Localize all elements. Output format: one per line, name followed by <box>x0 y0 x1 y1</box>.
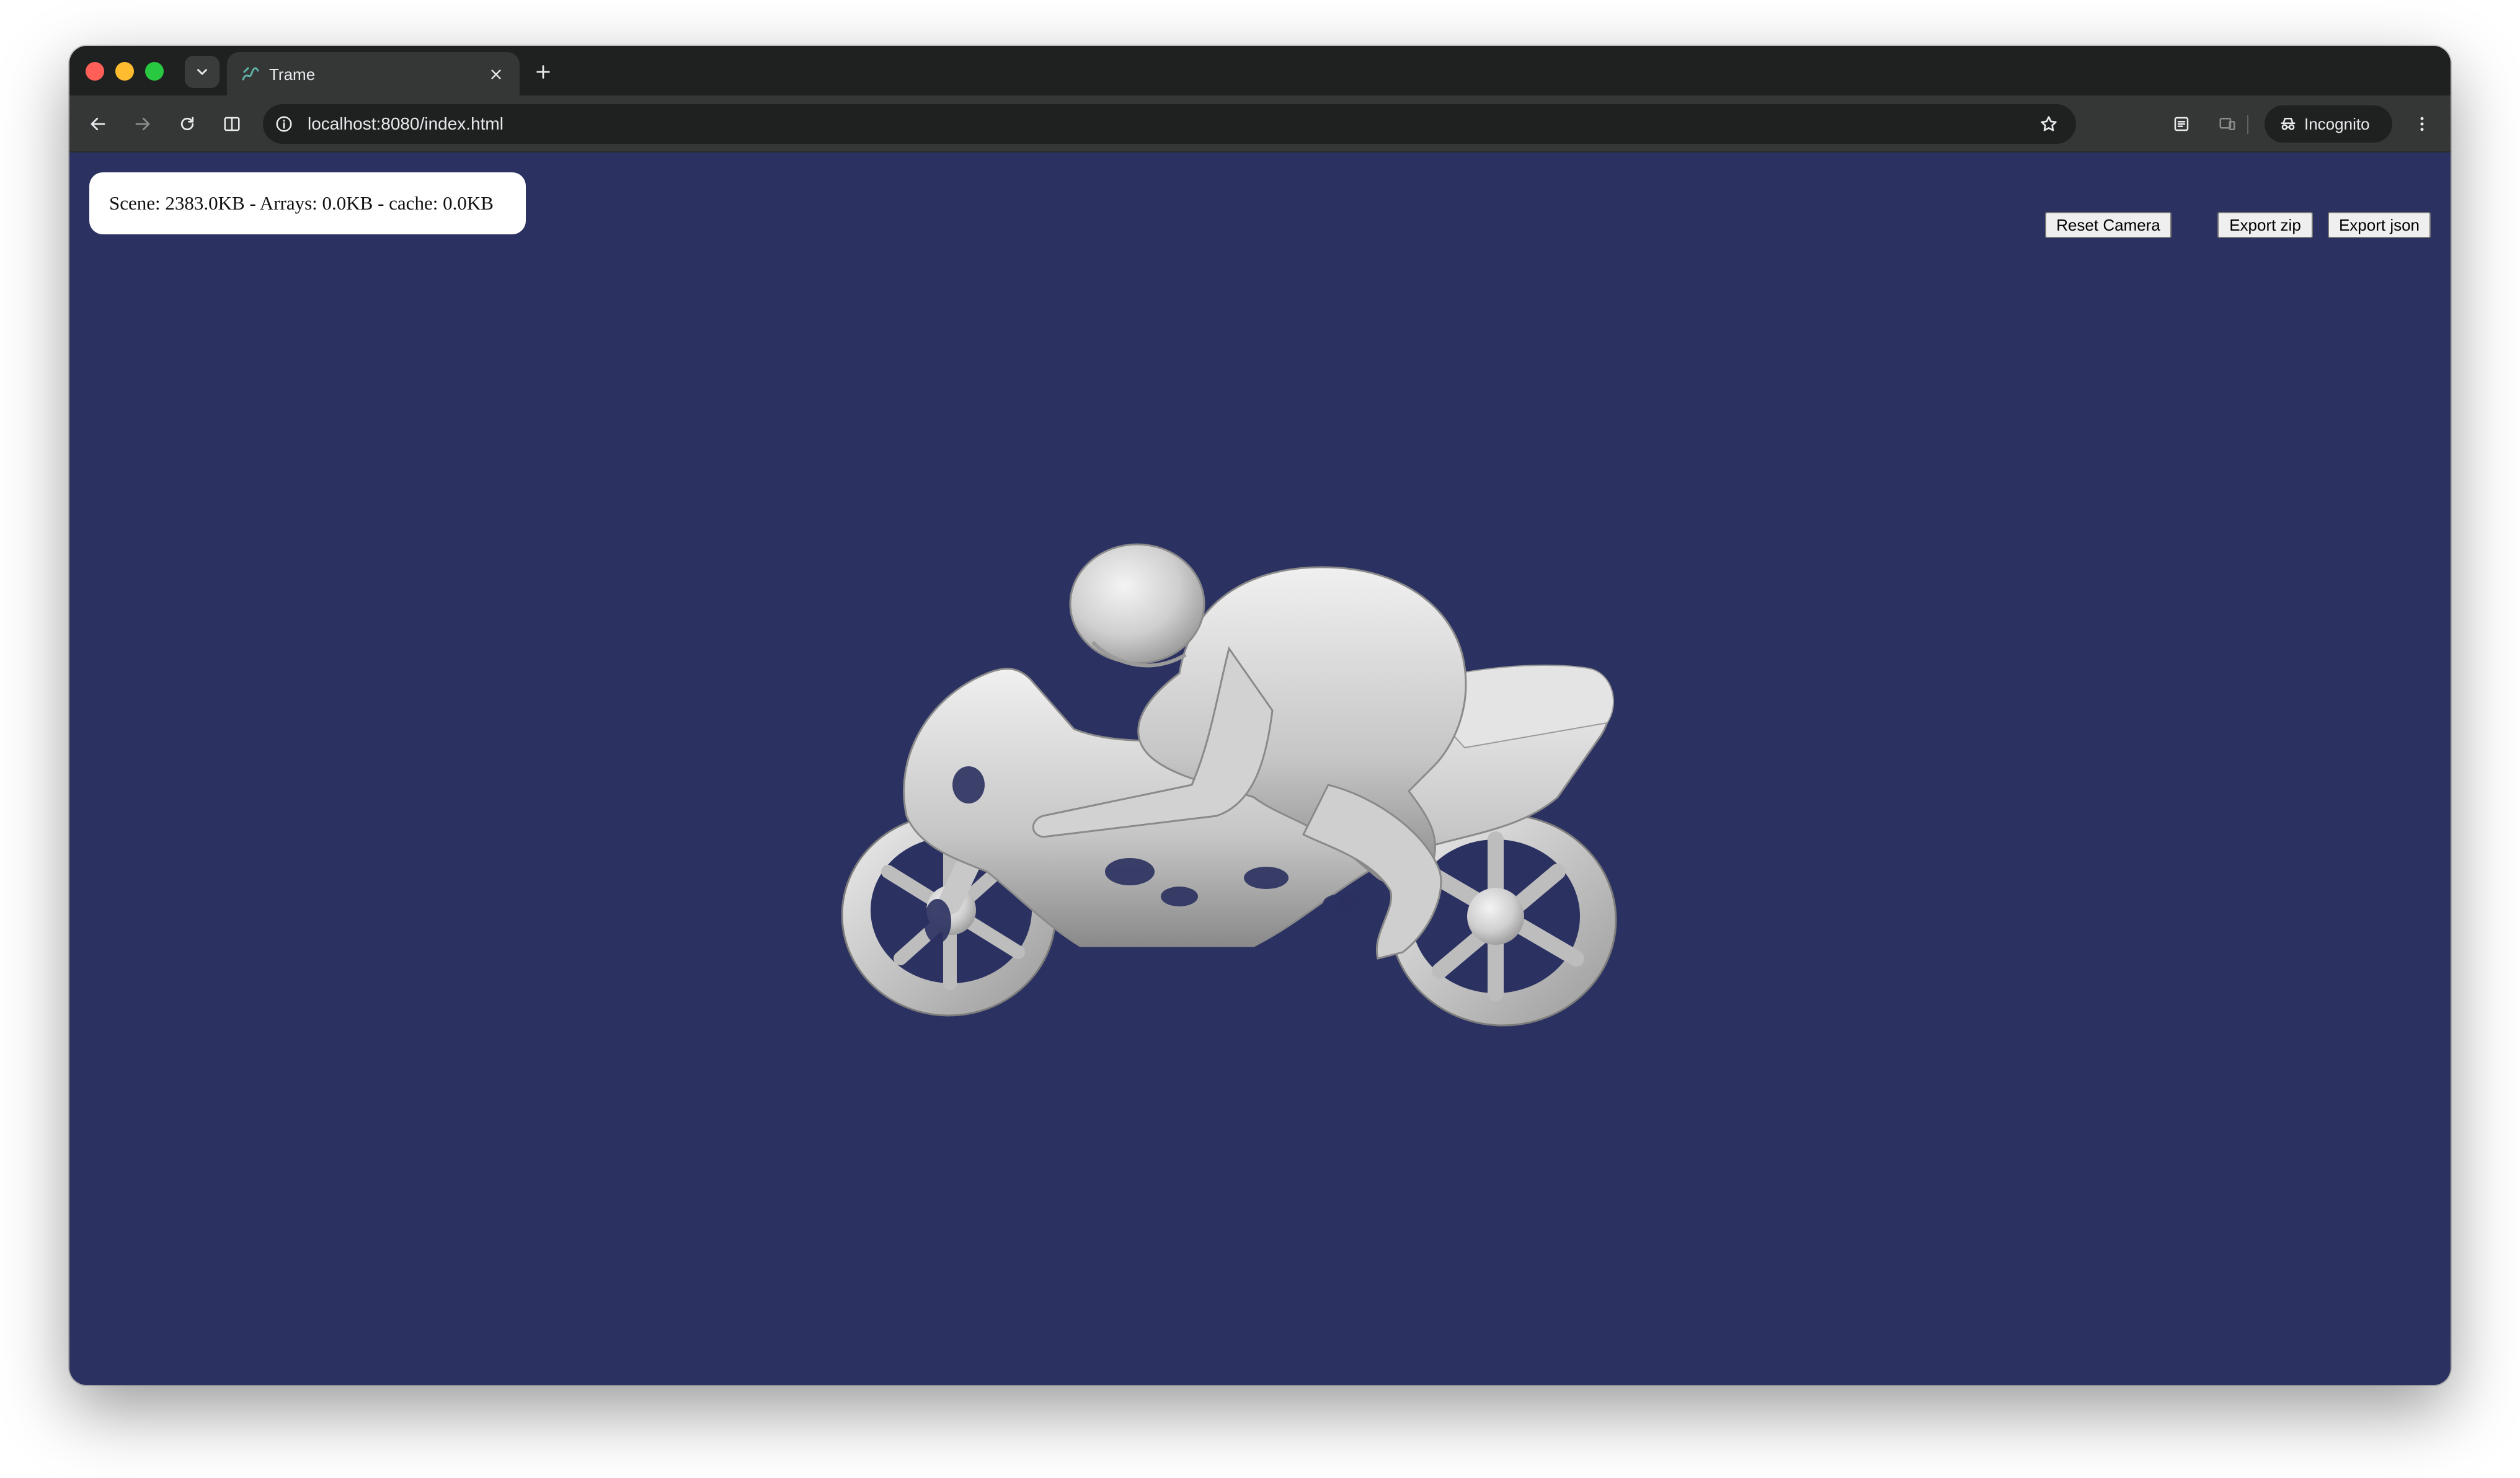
reload-icon <box>180 117 194 131</box>
arrow-left-icon <box>91 117 105 131</box>
export-json-button[interactable]: Export json <box>2328 212 2431 238</box>
plus-icon <box>536 65 550 79</box>
reload-button[interactable] <box>172 109 202 139</box>
chevron-down-icon <box>197 69 207 75</box>
more-vertical-icon <box>2420 117 2424 131</box>
reading-list-button[interactable] <box>2167 109 2196 139</box>
new-tab-button[interactable] <box>530 58 557 86</box>
split-view-button[interactable] <box>217 109 247 139</box>
motorbike-rider-mesh-icon[interactable] <box>783 524 1725 1051</box>
incognito-label: Incognito <box>2304 115 2370 133</box>
bookmark-star-button[interactable] <box>2036 112 2061 136</box>
url-text: localhost:8080/index.html <box>308 114 504 133</box>
browser-menu-button[interactable] <box>2407 109 2437 139</box>
browser-tab[interactable]: Trame <box>227 52 520 95</box>
devices-button[interactable] <box>2212 109 2242 139</box>
tab-search-button[interactable] <box>185 56 220 88</box>
reset-camera-button[interactable]: Reset Camera <box>2045 212 2172 238</box>
info-circle-icon <box>276 116 292 132</box>
incognito-profile-button[interactable]: Incognito <box>2265 105 2392 143</box>
tab-close-button[interactable] <box>485 63 507 86</box>
site-info-icon[interactable] <box>273 113 295 135</box>
browser-toolbar: localhost:8080/index.html Incognito <box>69 95 2451 153</box>
reading-list-icon <box>2174 117 2189 131</box>
toolbar-divider <box>2247 115 2248 134</box>
browser-window: Trame localhost:8080/index.html Incognit… <box>69 46 2451 1385</box>
address-bar[interactable]: localhost:8080/index.html <box>263 104 2076 144</box>
rider-helmet <box>1069 543 1205 668</box>
scene-memory-info: Scene: 2383.0KB - Arrays: 0.0KB - cache:… <box>89 172 526 234</box>
maximize-window-button[interactable] <box>145 62 164 81</box>
trame-logo-icon <box>242 67 259 81</box>
back-button[interactable] <box>83 109 113 139</box>
forward-button[interactable] <box>128 109 158 139</box>
incognito-icon <box>2278 114 2298 134</box>
minimize-window-button[interactable] <box>115 62 134 81</box>
tab-title: Trame <box>269 65 316 84</box>
split-view-icon <box>224 117 240 131</box>
close-window-button[interactable] <box>86 62 104 81</box>
arrow-right-icon <box>135 117 150 131</box>
export-zip-button[interactable]: Export zip <box>2217 212 2313 238</box>
star-icon <box>2041 116 2057 131</box>
close-icon <box>491 69 501 79</box>
render-view[interactable]: Scene: 2383.0KB - Arrays: 0.0KB - cache:… <box>69 153 2451 1385</box>
tab-strip: Trame <box>69 46 2451 95</box>
devices-icon <box>2219 118 2235 130</box>
